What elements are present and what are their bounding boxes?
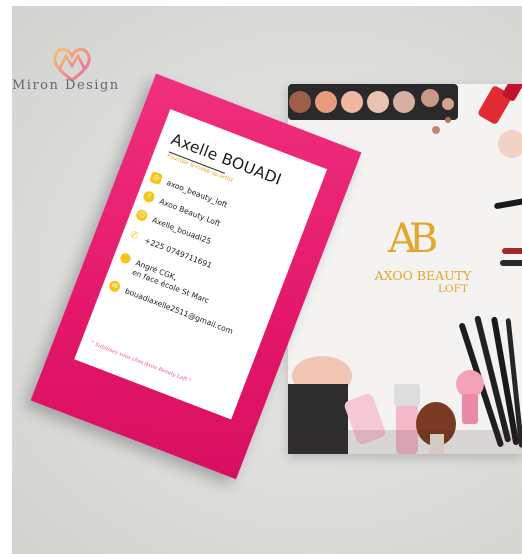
- facebook-icon: f: [142, 189, 157, 204]
- brand-name: AXOO BEAUTY: [374, 268, 472, 283]
- brand-monogram: AB: [388, 216, 438, 262]
- phone-icon: ✆: [128, 228, 140, 243]
- card-slogan: " Sublimez vous chez Axoo Beauty Loft ": [90, 340, 192, 385]
- snapchat-icon: ☺: [134, 207, 150, 223]
- location-pin-icon: ⬤: [118, 250, 133, 266]
- instagram-icon: ◎: [149, 170, 164, 185]
- product-mockup-scene: Miron Design AB AXOO BEAUTY LOFT Axelle …: [12, 6, 522, 554]
- brand-sub: LOFT: [438, 283, 468, 295]
- watermark-text: Miron Design: [12, 78, 120, 93]
- email-icon: ✉: [107, 278, 122, 294]
